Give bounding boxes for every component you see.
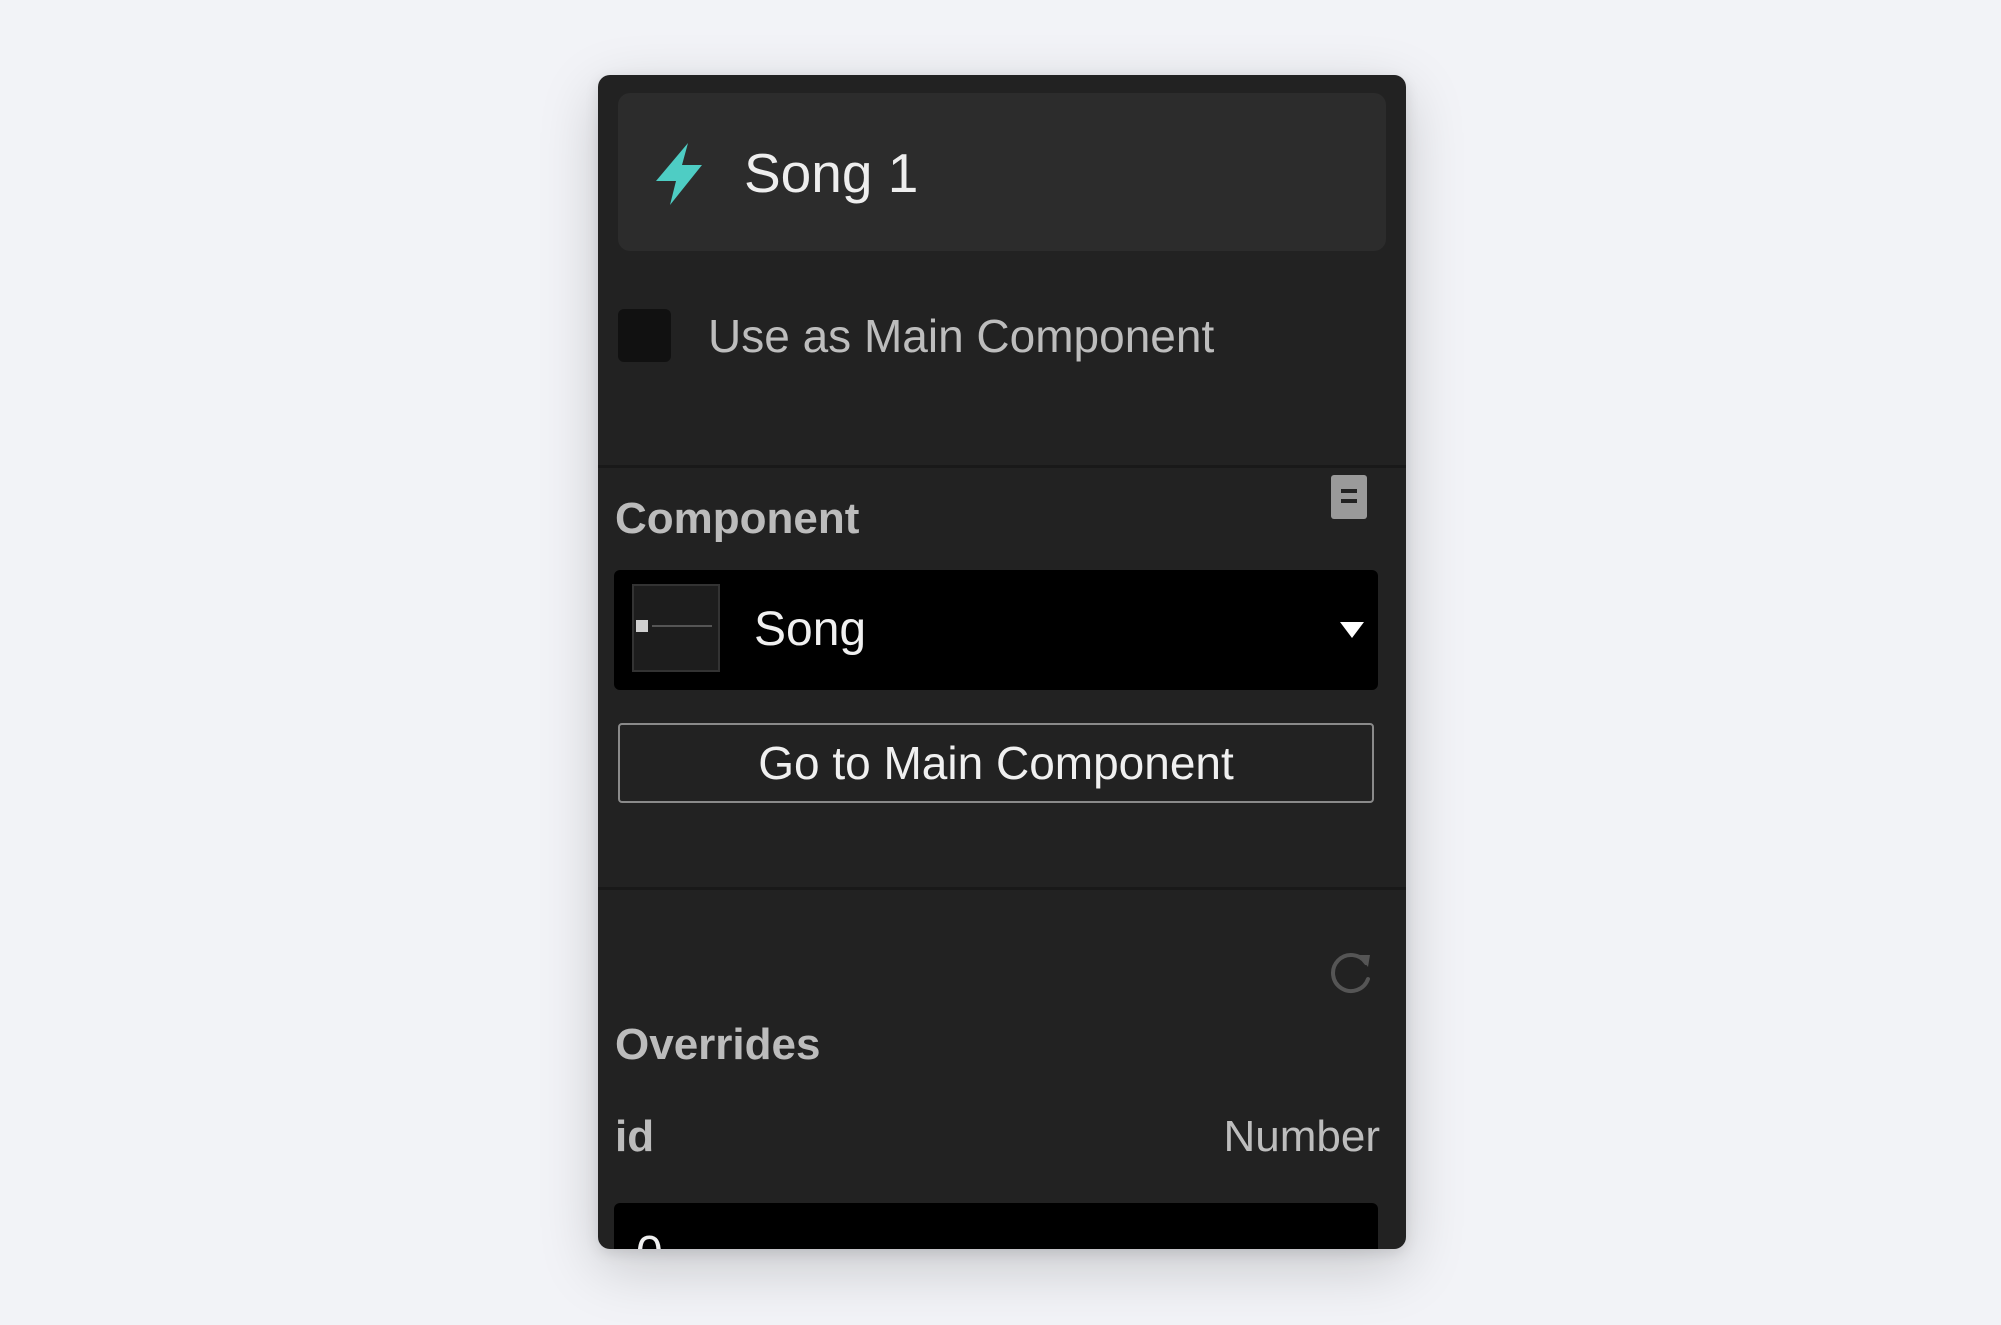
section-divider: [598, 887, 1406, 890]
component-section-title: Component: [615, 494, 860, 543]
use-as-main-component-label: Use as Main Component: [708, 310, 1215, 362]
override-field-name: id: [615, 1112, 655, 1161]
component-thumbnail: [632, 584, 720, 672]
refresh-icon[interactable]: [1328, 949, 1374, 995]
override-value-input[interactable]: [614, 1203, 1378, 1249]
component-select[interactable]: Song: [614, 570, 1378, 690]
use-as-main-component-checkbox[interactable]: [618, 309, 671, 362]
lightning-bolt-icon: [656, 143, 702, 205]
component-inspector-panel: Song 1 Use as Main Component Component S…: [598, 75, 1406, 1249]
overrides-section-title: Overrides: [615, 1020, 821, 1069]
use-as-main-component-toggle[interactable]: Use as Main Component: [618, 309, 1378, 365]
section-divider: [598, 465, 1406, 468]
component-title: Song 1: [744, 142, 919, 204]
chevron-down-icon: [1340, 622, 1364, 638]
go-to-main-component-button[interactable]: Go to Main Component: [618, 723, 1374, 803]
override-field-type: Number: [1223, 1112, 1381, 1161]
selected-component-label: Song: [754, 603, 867, 656]
document-icon[interactable]: [1331, 475, 1367, 519]
component-header: Song 1: [618, 93, 1386, 251]
